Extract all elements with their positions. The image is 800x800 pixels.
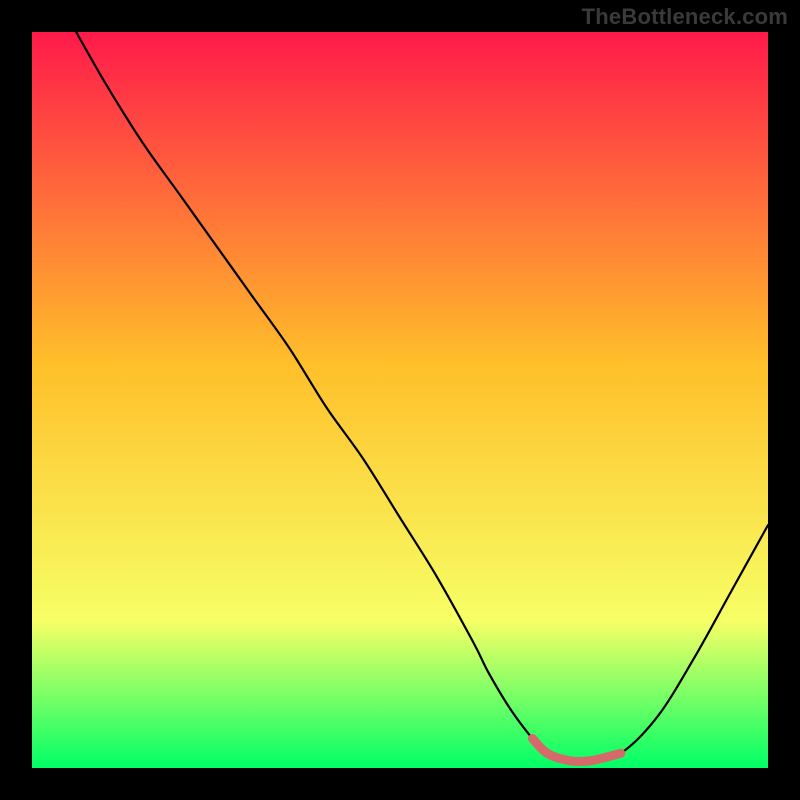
chart-frame: TheBottleneck.com — [0, 0, 800, 800]
plot-area — [32, 32, 768, 768]
watermark-text: TheBottleneck.com — [582, 4, 788, 30]
bottleneck-curve-chart — [32, 32, 768, 768]
